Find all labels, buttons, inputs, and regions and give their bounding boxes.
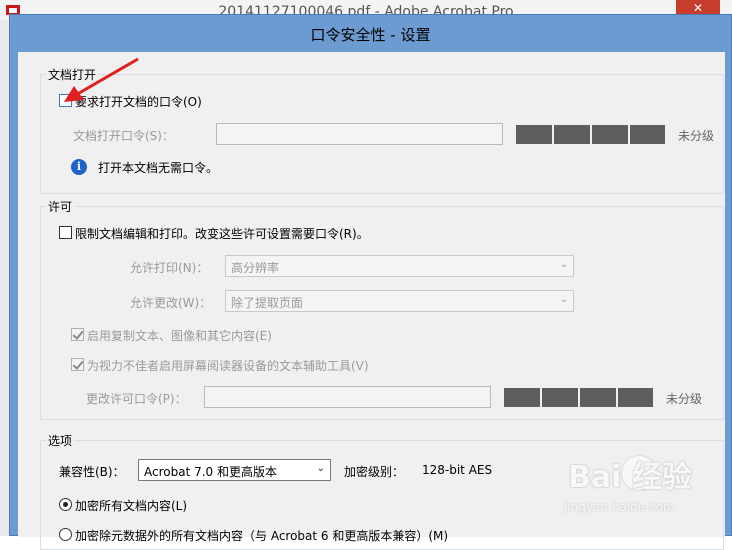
encrypt-all-radio[interactable]: [59, 498, 72, 511]
compatibility-label: 兼容性(B)：: [59, 465, 125, 479]
permission-password-strength-meter-1: [504, 388, 540, 407]
printing-allowed-value: 高分辨率: [231, 261, 280, 275]
open-password-input[interactable]: [216, 123, 503, 145]
open-password-strength-meter-2: [554, 125, 590, 144]
compatibility-value: Acrobat 7.0 和更高版本: [144, 465, 277, 479]
open-password-strength-meter-1: [516, 125, 552, 144]
enable-accessibility-label[interactable]: 为视力不佳者启用屏幕阅读器设备的文本辅助工具(V): [87, 357, 369, 374]
compatibility-select[interactable]: Acrobat 7.0 和更高版本 ⌄: [138, 459, 331, 481]
change-password-input[interactable]: [204, 386, 491, 408]
options-legend: 选项: [46, 432, 75, 449]
encryption-level-label: 加密级别：: [344, 465, 405, 479]
printing-allowed-label: 允许打印(N)：: [130, 261, 209, 275]
open-password-strength-meter-3: [592, 125, 628, 144]
changes-allowed-value: 除了提取页面: [231, 296, 304, 310]
info-icon: i: [71, 159, 87, 175]
watermark-text: Bai 经验: [568, 460, 692, 495]
open-password-strength-label: 未分级: [678, 129, 715, 143]
open-password-info-text: 打开本文档无需口令。: [98, 161, 219, 175]
enable-copy-checkbox[interactable]: [71, 328, 84, 341]
permissions-legend: 许可: [46, 198, 75, 215]
permission-password-strength-meter-3: [580, 388, 616, 407]
permission-password-strength-meter-4: [618, 388, 653, 407]
permission-password-strength-meter-2: [542, 388, 578, 407]
dialog-titlebar[interactable]: 口令安全性 - 设置: [10, 15, 731, 51]
watermark-url: jingyan.baidu.com: [564, 500, 675, 514]
changes-allowed-select[interactable]: 除了提取页面 ⌄: [225, 290, 574, 312]
change-password-label: 更改许可口令(P)：: [86, 392, 187, 406]
open-password-label: 文档打开口令(S)：: [73, 129, 174, 143]
background-window-frame: [0, 20, 9, 536]
open-password-strength-meter-4: [630, 125, 665, 144]
permission-password-strength-label: 未分级: [666, 392, 703, 406]
encryption-level-value: 128-bit AES: [422, 463, 493, 477]
restrict-editing-label[interactable]: 限制文档编辑和打印。改变这些许可设置需要口令(R)。: [75, 225, 369, 242]
chevron-down-icon: ⌄: [316, 463, 325, 474]
enable-accessibility-checkbox[interactable]: [71, 358, 84, 371]
chevron-down-icon: ⌄: [559, 259, 568, 270]
changes-allowed-label: 允许更改(W)：: [130, 296, 212, 310]
dialog-title: 口令安全性 - 设置: [310, 26, 431, 44]
chevron-down-icon: ⌄: [559, 294, 568, 305]
annotation-arrow-icon: [64, 57, 139, 102]
enable-copy-label[interactable]: 启用复制文本、图像和其它内容(E): [87, 327, 272, 344]
restrict-editing-checkbox[interactable]: [59, 226, 72, 239]
printing-allowed-select[interactable]: 高分辨率 ⌄: [225, 255, 574, 277]
baidu-jingyan-watermark: Bai 经验 jingyan.baidu.com: [560, 452, 730, 522]
encrypt-except-metadata-radio[interactable]: [59, 528, 72, 541]
encrypt-all-label[interactable]: 加密所有文档内容(L): [75, 497, 187, 514]
